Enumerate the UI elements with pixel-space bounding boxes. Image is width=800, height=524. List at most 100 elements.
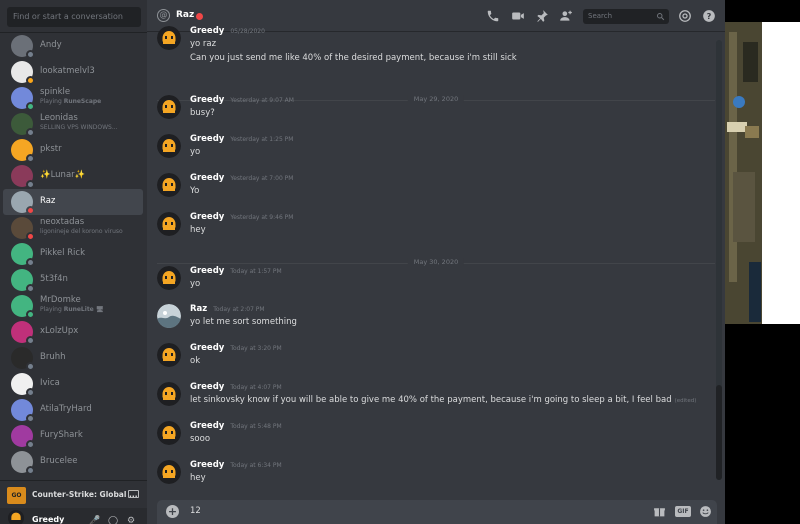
greedy-avatar[interactable]	[157, 26, 181, 50]
author-name[interactable]: Greedy	[190, 212, 224, 222]
message-content: hey	[190, 225, 206, 235]
dm-item-pkstr[interactable]: pkstr	[3, 137, 143, 163]
message-author[interactable]: Greedy Yesterday at 9:07 AM	[190, 95, 294, 105]
author-name[interactable]: Greedy	[190, 343, 224, 353]
date-divider-label: May 29, 2020	[407, 95, 465, 103]
message-author[interactable]: Greedy Today at 3:20 PM	[190, 343, 282, 353]
greedy-avatar[interactable]	[157, 421, 181, 445]
search-placeholder: Search	[588, 12, 613, 20]
message-content: yo	[190, 147, 201, 157]
dm-name: Raz	[40, 196, 56, 206]
composer-input-value[interactable]: 12	[190, 506, 201, 516]
greedy-avatar[interactable]	[157, 212, 181, 236]
microphone-icon[interactable]: 🎤	[89, 516, 100, 524]
greedy-avatar[interactable]	[157, 382, 181, 406]
author-name[interactable]: Greedy	[190, 134, 224, 144]
dm-name: FuryShark	[40, 430, 83, 440]
add-friend-icon[interactable]	[559, 9, 573, 23]
message-author[interactable]: Greedy 05/28/2020	[190, 26, 265, 36]
status-offline-icon	[26, 50, 35, 59]
dm-name: lookatmelvl3	[40, 66, 95, 76]
gift-icon[interactable]	[653, 505, 666, 518]
dm-item-lunar[interactable]: ✨Lunar✨	[3, 163, 143, 189]
gif-icon[interactable]: GIF	[675, 506, 691, 517]
dm-name: ✨Lunar✨	[40, 170, 86, 180]
greedy-avatar[interactable]	[157, 343, 181, 367]
author-name[interactable]: Greedy	[190, 26, 224, 36]
mention-icon[interactable]	[678, 9, 692, 23]
background-window	[725, 0, 800, 524]
greedy-avatar[interactable]	[157, 266, 181, 290]
message-author[interactable]: Greedy Yesterday at 1:25 PM	[190, 134, 293, 144]
dm-name: neoxtadas	[40, 217, 85, 227]
message-timestamp: Yesterday at 9:07 AM	[230, 97, 294, 104]
message-author[interactable]: Greedy Today at 6:34 PM	[190, 460, 282, 470]
greedy-avatar[interactable]	[157, 173, 181, 197]
message-content: let sinkovsky know if you will be able t…	[190, 395, 672, 405]
message-timestamp: 05/28/2020	[230, 28, 265, 35]
dm-item-ivica[interactable]: Ivica	[3, 371, 143, 397]
headphones-icon[interactable]: ◯	[108, 516, 118, 524]
dm-item-neoxtadas[interactable]: neoxtadas ligonineje del korono viruso	[3, 215, 143, 241]
activity-prefix: Playing	[40, 306, 64, 313]
message-text: Yo	[190, 186, 199, 196]
author-name[interactable]: Greedy	[190, 266, 224, 276]
message-scrollbar[interactable]	[716, 40, 722, 480]
greedy-avatar[interactable]	[157, 134, 181, 158]
scrollbar-thumb[interactable]	[716, 385, 722, 480]
message-text: yo	[190, 279, 200, 289]
dm-item-bruhh[interactable]: Bruhh	[3, 345, 143, 371]
pin-icon[interactable]	[535, 9, 549, 23]
dm-item-andy[interactable]: Andy	[3, 33, 143, 59]
message-content: sooo	[190, 434, 211, 444]
author-name[interactable]: Greedy	[190, 421, 224, 431]
dm-item-5t3f4n[interactable]: 5t3f4n	[3, 267, 143, 293]
recipient-name: Raz	[176, 10, 195, 20]
dm-item-mrdomke[interactable]: MrDomke Playing RuneLite 🖥	[3, 293, 143, 319]
message-author[interactable]: Greedy Today at 4:07 PM	[190, 382, 282, 392]
video-icon[interactable]	[511, 9, 525, 23]
raz-avatar[interactable]	[157, 304, 181, 328]
user-avatar[interactable]	[8, 510, 24, 524]
status-offline-icon	[26, 388, 35, 397]
author-name[interactable]: Raz	[190, 304, 207, 314]
message-author[interactable]: Greedy Today at 5:48 PM	[190, 421, 282, 431]
message-author[interactable]: Greedy Today at 1:57 PM	[190, 266, 282, 276]
message-author[interactable]: Greedy Yesterday at 9:46 PM	[190, 212, 293, 222]
author-name[interactable]: Greedy	[190, 95, 224, 105]
dm-item-furyshark[interactable]: FuryShark	[3, 423, 143, 449]
dm-item-spinkle[interactable]: spinkle Playing RuneScape	[3, 85, 143, 111]
dm-item-lookatmelvl3[interactable]: lookatmelvl3	[3, 59, 143, 85]
status-online-icon	[26, 310, 35, 319]
emoji-icon[interactable]	[699, 505, 712, 518]
status-offline-icon	[26, 414, 35, 423]
message-timestamp: Today at 4:07 PM	[230, 384, 282, 391]
message-timestamp: Today at 5:48 PM	[230, 423, 282, 430]
dm-item-pikkel-rick[interactable]: Pikkel Rick	[3, 241, 143, 267]
now-playing-bar: GO Counter-Strike: Global ...	[0, 480, 147, 508]
dm-item-brucelee[interactable]: Brucelee	[3, 449, 143, 475]
upload-plus-icon[interactable]: +	[166, 505, 179, 518]
message-author[interactable]: Raz Today at 2:07 PM	[190, 304, 265, 314]
message-composer[interactable]: + 12 GIF	[157, 500, 717, 524]
find-conversation-search[interactable]: Find or start a conversation	[7, 7, 141, 27]
greedy-avatar[interactable]	[157, 460, 181, 484]
dm-item-raz[interactable]: Raz	[3, 189, 143, 215]
author-name[interactable]: Greedy	[190, 460, 224, 470]
monitor-icon[interactable]	[128, 490, 139, 498]
status-online-icon	[26, 102, 35, 111]
status-offline-icon	[26, 466, 35, 475]
dm-item-xlolzupx[interactable]: xLolzUpx	[3, 319, 143, 345]
call-icon[interactable]	[486, 9, 500, 23]
author-name[interactable]: Greedy	[190, 382, 224, 392]
dm-item-leonidas[interactable]: Leonidas SELLING VPS WINDOWS...	[3, 111, 143, 137]
dm-name: 5t3f4n	[40, 274, 68, 284]
author-name[interactable]: Greedy	[190, 173, 224, 183]
search-input[interactable]: Search	[583, 9, 669, 24]
settings-gear-icon[interactable]: ⚙	[127, 516, 135, 524]
message-author[interactable]: Greedy Yesterday at 7:00 PM	[190, 173, 293, 183]
help-icon[interactable]: ?	[702, 9, 716, 23]
dm-item-atilatryhard[interactable]: AtilaTryHard	[3, 397, 143, 423]
greedy-avatar[interactable]	[157, 95, 181, 119]
status-offline-icon	[26, 154, 35, 163]
